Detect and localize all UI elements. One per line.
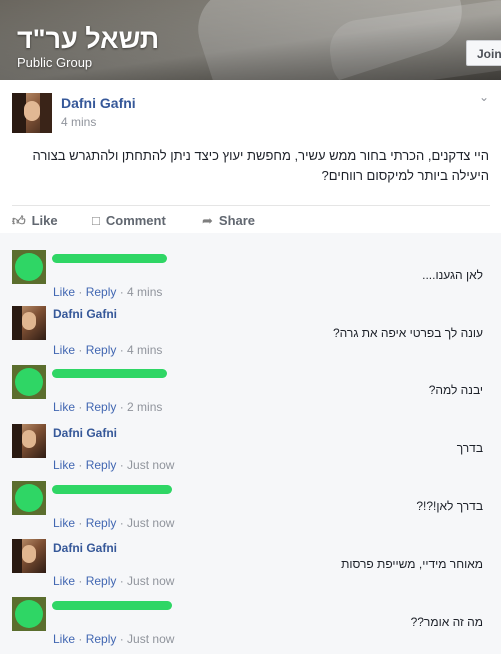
comment-reply-link[interactable]: Reply	[86, 574, 117, 588]
comment-actions: Like · Reply · 2 mins	[53, 400, 163, 414]
commenter-avatar[interactable]	[12, 597, 46, 631]
redacted-commenter-name	[52, 369, 167, 378]
share-arrow-icon: ➦	[202, 213, 213, 228]
comment-actions: Like · Reply · Just now	[53, 574, 175, 588]
comment-reply-link[interactable]: Reply	[86, 632, 117, 646]
post-author-name[interactable]: Dafni Gafni	[61, 95, 136, 111]
comment-like-link[interactable]: Like	[53, 458, 75, 472]
commenter-avatar[interactable]	[12, 365, 46, 399]
comment-time[interactable]: Just now	[127, 632, 174, 646]
comment-reply-link[interactable]: Reply	[86, 285, 117, 299]
comment-time[interactable]: 4 mins	[127, 285, 162, 299]
comment-actions: Like · Reply · 4 mins	[53, 285, 163, 299]
redacted-commenter-name	[52, 254, 167, 263]
comment-like-link[interactable]: Like	[53, 516, 75, 530]
chevron-down-icon[interactable]: ⌄	[479, 90, 489, 104]
comment-button[interactable]: □ Comment	[92, 213, 166, 228]
commenter-avatar[interactable]	[12, 306, 46, 340]
commenter-avatar[interactable]	[12, 250, 46, 284]
like-label: Like	[31, 213, 58, 228]
group-privacy-label: Public Group	[17, 55, 93, 70]
commenter-avatar[interactable]	[12, 539, 46, 573]
comment-time[interactable]: Just now	[127, 458, 174, 472]
comment-time[interactable]: 2 mins	[127, 400, 162, 414]
comment-reply-link[interactable]: Reply	[86, 516, 117, 530]
comment-text: מה זה אומר??	[410, 615, 483, 629]
comment-text: בדרך	[456, 441, 483, 455]
comment-text: יבנה למה?	[428, 383, 483, 397]
comment-author-name[interactable]: Dafni Gafni	[53, 541, 117, 555]
comment-actions: Like · Reply · Just now	[53, 516, 175, 530]
post-author-avatar[interactable]	[12, 93, 52, 133]
thumbs-up-icon: 👍︎	[12, 213, 26, 228]
group-name[interactable]: תשאל ער"ד	[17, 24, 159, 55]
comment-actions: Like · Reply · 4 mins	[53, 343, 163, 357]
speech-bubble-icon: □	[92, 213, 100, 228]
comment-text: לאן הגענו....	[422, 268, 483, 282]
comment-time[interactable]: Just now	[127, 574, 174, 588]
comment-like-link[interactable]: Like	[53, 343, 75, 357]
comment-text: מאוחר מידיי, משייפת פרסות	[341, 557, 483, 571]
post-timestamp[interactable]: 4 mins	[61, 115, 96, 129]
redacted-commenter-name	[52, 601, 172, 610]
comment-text: עונה לך בפרטי איפה את גרה?	[333, 326, 483, 340]
comment-author-name[interactable]: Dafni Gafni	[53, 307, 117, 321]
commenter-avatar[interactable]	[12, 424, 46, 458]
comment-like-link[interactable]: Like	[53, 632, 75, 646]
divider	[12, 205, 490, 206]
comment-actions: Like · Reply · Just now	[53, 458, 175, 472]
comment-text: בדרך לאן!?!?	[416, 499, 483, 513]
share-label: Share	[218, 213, 256, 228]
share-button[interactable]: ➦ Share	[202, 213, 255, 229]
comment-like-link[interactable]: Like	[53, 574, 75, 588]
comment-reply-link[interactable]: Reply	[86, 458, 117, 472]
post-body-text: היי צדקנים, הכרתי בחור ממש עשיר, מחפשת י…	[32, 148, 489, 183]
comment-actions: Like · Reply · Just now	[53, 632, 175, 646]
comment-like-link[interactable]: Like	[53, 400, 75, 414]
comment-reply-link[interactable]: Reply	[86, 400, 117, 414]
comment-author-name[interactable]: Dafni Gafni	[53, 426, 117, 440]
comment-label: Comment	[105, 213, 166, 228]
join-group-button[interactable]: Join	[466, 40, 501, 66]
comment-time[interactable]: Just now	[127, 516, 174, 530]
commenter-avatar[interactable]	[12, 481, 46, 515]
comment-time[interactable]: 4 mins	[127, 343, 162, 357]
comment-reply-link[interactable]: Reply	[86, 343, 117, 357]
like-button[interactable]: 👍︎ Like	[12, 213, 58, 229]
redacted-commenter-name	[52, 485, 172, 494]
comment-like-link[interactable]: Like	[53, 285, 75, 299]
